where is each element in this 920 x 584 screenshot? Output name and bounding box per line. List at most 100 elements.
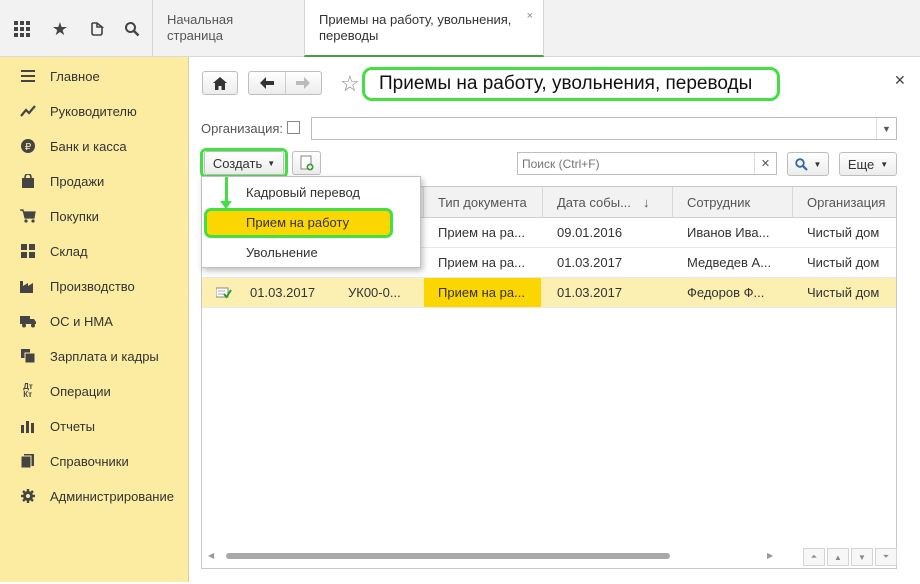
bag-icon bbox=[20, 173, 36, 189]
clear-search-icon[interactable]: ✕ bbox=[754, 153, 776, 174]
search-button[interactable]: ▼ bbox=[787, 152, 829, 176]
cart-icon bbox=[20, 208, 36, 224]
home-button[interactable] bbox=[202, 71, 238, 95]
ruble-icon: ₽ bbox=[20, 138, 36, 154]
cell-organization: Чистый дом bbox=[807, 255, 880, 270]
column-header-employee[interactable]: Сотрудник bbox=[673, 187, 793, 218]
favorite-star-icon[interactable]: ☆ bbox=[340, 71, 360, 97]
bar-chart-icon bbox=[20, 418, 36, 434]
truck-icon bbox=[20, 313, 36, 329]
sidebar-item-label: Банк и касса bbox=[50, 138, 127, 154]
create-button-label: Создать bbox=[212, 155, 263, 171]
book-icon bbox=[20, 453, 36, 469]
tab-home[interactable]: Начальная страница bbox=[153, 0, 303, 56]
sidebar-item-label: Склад bbox=[50, 243, 88, 259]
menu-item-transfer[interactable]: Кадровый перевод bbox=[202, 178, 420, 208]
cell-employee: Медведев А... bbox=[687, 255, 772, 270]
forward-arrow-icon[interactable] bbox=[286, 72, 322, 94]
sidebar-item-reports[interactable]: Отчеты bbox=[0, 412, 188, 440]
sidebar-item-production[interactable]: Производство bbox=[0, 272, 188, 300]
sidebar-item-label: Операции bbox=[50, 383, 111, 399]
sidebar-item-sales[interactable]: Продажи bbox=[0, 167, 188, 195]
org-checkbox[interactable] bbox=[287, 121, 300, 134]
cell-organization: Чистый дом bbox=[807, 285, 880, 300]
column-header-label: Тип документа bbox=[438, 195, 527, 210]
column-header-organization[interactable]: Организация bbox=[793, 187, 896, 218]
sidebar-item-label: Продажи bbox=[50, 173, 105, 189]
create-button[interactable]: Создать ▼ bbox=[204, 151, 284, 175]
add-document-icon bbox=[300, 155, 313, 171]
sidebar: Главное Руководителю ₽ Банк и касса Прод… bbox=[0, 57, 189, 582]
pointer-arrow-head bbox=[220, 201, 232, 209]
menu-lines-icon bbox=[20, 68, 36, 84]
sort-down-arrow-icon: ↓ bbox=[643, 195, 650, 210]
dt-kt-icon: Дт Кт bbox=[23, 382, 33, 399]
close-form-icon[interactable]: ✕ bbox=[894, 72, 906, 89]
sidebar-item-label: ОС и НМА bbox=[50, 313, 113, 329]
app-window: ★ Начальная страница Приемы на работу, у… bbox=[0, 0, 920, 584]
sidebar-item-label: Главное bbox=[50, 68, 100, 84]
scroll-left-icon[interactable]: ◀ bbox=[208, 551, 214, 560]
sidebar-item-references[interactable]: Справочники bbox=[0, 447, 188, 475]
cell-event-date: 01.03.2017 bbox=[557, 285, 623, 300]
back-arrow-icon[interactable] bbox=[249, 72, 286, 94]
chevron-down-icon: ▼ bbox=[880, 159, 889, 169]
more-button[interactable]: Еще ▼ bbox=[839, 152, 897, 176]
sidebar-item-label: Отчеты bbox=[50, 418, 95, 434]
scroll-bottom-icon[interactable]: ⏷ bbox=[875, 548, 897, 566]
sidebar-item-fixed-assets[interactable]: ОС и НМА bbox=[0, 307, 188, 335]
column-header-label: Организация bbox=[807, 195, 886, 210]
cell-number: УК00-0... bbox=[348, 285, 401, 300]
search-icon[interactable] bbox=[122, 19, 142, 39]
cell-date: 01.03.2017 bbox=[250, 285, 316, 300]
cell-employee: Федоров Ф... bbox=[687, 285, 765, 300]
sidebar-item-warehouse[interactable]: Склад bbox=[0, 237, 188, 265]
sidebar-item-operations[interactable]: Дт Кт Операции bbox=[0, 377, 188, 405]
sidebar-item-admin[interactable]: Администрирование bbox=[0, 482, 188, 510]
sidebar-item-bank[interactable]: ₽ Банк и касса bbox=[0, 132, 188, 160]
page-down-icon[interactable]: ▼ bbox=[851, 548, 873, 566]
page-up-icon[interactable]: ▲ bbox=[827, 548, 849, 566]
tab-close-icon[interactable]: × bbox=[527, 8, 533, 24]
create-by-copy-button[interactable] bbox=[292, 151, 321, 175]
sidebar-item-label: Покупки bbox=[50, 208, 99, 224]
sidebar-item-label: Руководителю bbox=[50, 103, 137, 119]
org-field[interactable]: ▼ bbox=[311, 117, 897, 140]
table-row-selected[interactable]: 01.03.2017 УК00-0... Прием на ра... 01.0… bbox=[202, 278, 896, 308]
people-icon bbox=[20, 348, 36, 364]
column-header-event-date[interactable]: Дата собы... ↓ bbox=[543, 187, 673, 218]
scroll-top-icon[interactable]: ⏶ bbox=[803, 548, 825, 566]
sidebar-item-salary[interactable]: Зарплата и кадры bbox=[0, 342, 188, 370]
sidebar-item-purchases[interactable]: Покупки bbox=[0, 202, 188, 230]
column-header-label: Сотрудник bbox=[687, 195, 751, 210]
search-input[interactable] bbox=[522, 155, 752, 172]
sidebar-item-main[interactable]: Главное bbox=[0, 62, 188, 90]
cell-organization: Чистый дом bbox=[807, 225, 880, 240]
top-bar: ★ Начальная страница Приемы на работу, у… bbox=[0, 0, 920, 57]
chevron-down-icon[interactable]: ▼ bbox=[876, 118, 896, 139]
org-label: Организация: bbox=[201, 121, 284, 136]
pointer-arrow bbox=[225, 177, 228, 203]
menu-item-hire-label: Прием на работу bbox=[246, 215, 350, 230]
cell-event-date: 09.01.2016 bbox=[557, 225, 623, 240]
tab-current-label: Приемы на работу, увольнения, переводы bbox=[319, 12, 512, 43]
tab-current[interactable]: Приемы на работу, увольнения, переводы × bbox=[304, 0, 544, 57]
menu-item-hire[interactable]: Прием на работу bbox=[204, 208, 393, 238]
scroll-right-icon[interactable]: ▶ bbox=[767, 551, 773, 560]
sidebar-item-label: Производство bbox=[50, 278, 135, 294]
menu-item-dismissal[interactable]: Увольнение bbox=[202, 238, 420, 268]
home-icon bbox=[213, 76, 227, 90]
history-icon[interactable] bbox=[87, 19, 107, 39]
search-field[interactable]: ✕ bbox=[517, 152, 777, 175]
horizontal-scrollbar[interactable] bbox=[226, 553, 670, 559]
sidebar-item-director[interactable]: Руководителю bbox=[0, 97, 188, 125]
apps-grid-icon[interactable] bbox=[12, 19, 32, 39]
favorites-star-icon[interactable]: ★ bbox=[50, 19, 70, 39]
cell-event-date: 01.03.2017 bbox=[557, 255, 623, 270]
warehouse-icon bbox=[20, 243, 36, 259]
sidebar-item-label: Администрирование bbox=[50, 488, 174, 504]
gear-icon bbox=[20, 488, 36, 504]
column-header-doc-type[interactable]: Тип документа bbox=[424, 187, 543, 218]
factory-icon bbox=[20, 278, 36, 294]
sidebar-item-label: Справочники bbox=[50, 453, 129, 469]
